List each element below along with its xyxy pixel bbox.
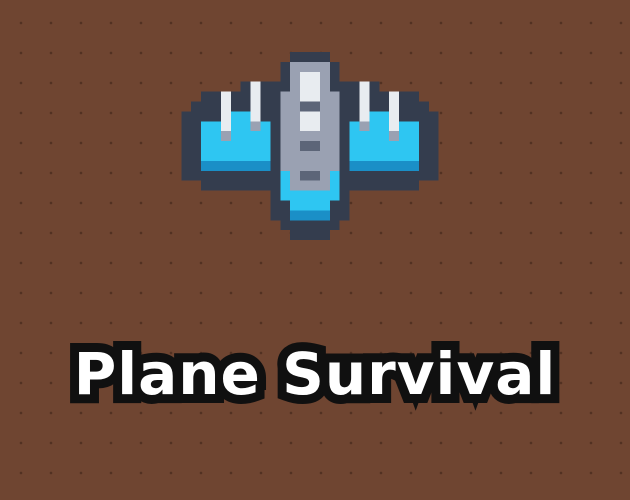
game-title: Plane Survival — [65, 331, 565, 417]
plane-sprite — [180, 52, 440, 250]
plane-sprite-art — [181, 52, 439, 241]
game-title-screen: Plane Survival — [0, 0, 630, 500]
